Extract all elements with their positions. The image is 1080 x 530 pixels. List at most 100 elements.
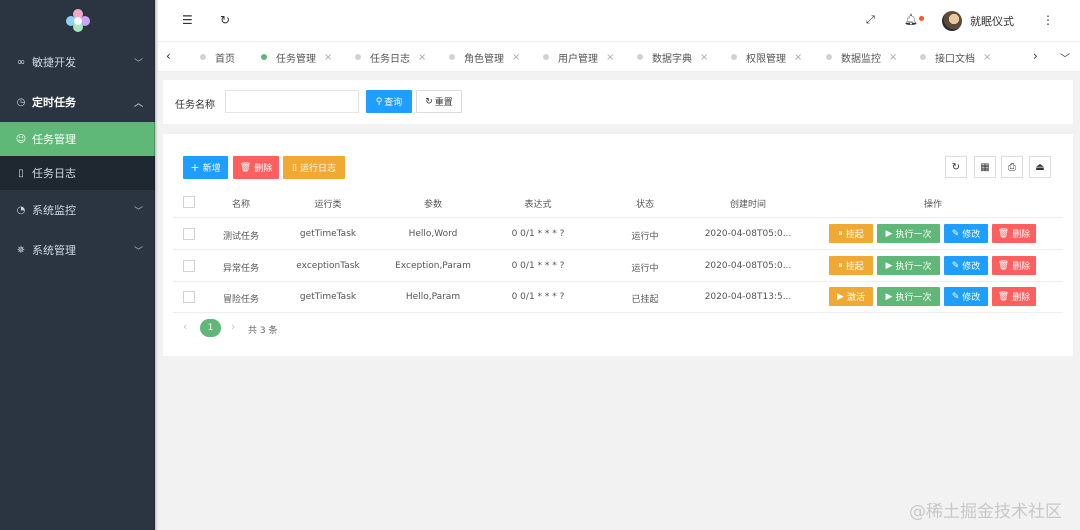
row-divider [173, 312, 1063, 313]
run-once-button[interactable]: ▶ 执行一次 [877, 224, 940, 243]
sidebar-item-label: 系统监控 [32, 204, 76, 217]
delete-button[interactable]: 🗑︎ 删除 [992, 256, 1036, 275]
play-icon: ▶ [885, 291, 893, 302]
row-checkbox[interactable] [183, 228, 195, 240]
tab-task-management[interactable]: 任务管理 × [261, 42, 332, 72]
run-log-button-label: 运行日志 [299, 164, 336, 174]
suspend-label: 挂起 [845, 230, 864, 240]
delete-button-label: 删除 [254, 164, 273, 174]
export-icon[interactable]: ⏏ [1029, 156, 1051, 178]
close-icon[interactable]: × [983, 52, 991, 63]
select-all-checkbox[interactable] [183, 196, 195, 208]
sidebar-item-task-management[interactable]: ☺ 任务管理 [0, 122, 155, 156]
sidebar-item-system-management[interactable]: ✵ 系统管理 ﹀ [0, 230, 155, 270]
edit-label: 修改 [962, 230, 981, 240]
task-name-input[interactable] [225, 90, 359, 113]
row-divider [173, 217, 1063, 218]
tab-user-management[interactable]: 用户管理 × [543, 42, 614, 72]
delete-button[interactable]: 🗑︎ 删除 [992, 224, 1036, 243]
edit-button[interactable]: ✎ 修改 [944, 287, 988, 306]
close-icon[interactable]: × [512, 52, 520, 63]
edit-button[interactable]: ✎ 修改 [944, 224, 988, 243]
cell-name: 异常任务 [222, 264, 259, 274]
close-icon[interactable]: × [606, 52, 614, 63]
fullscreen-icon[interactable]: ⤢ [866, 13, 875, 27]
tab-api-docs[interactable]: 接口文档 × [920, 42, 991, 72]
top-header: ☰ ↻ ⤢ 🔔︎ 就眠仪式 ⋮ [158, 0, 1080, 42]
tab-dot [826, 54, 832, 60]
sidebar-item-scheduled-tasks[interactable]: ◷ 定时任务 ︿ [0, 82, 155, 122]
run-once-label: 执行一次 [895, 262, 932, 272]
tab-data-monitor[interactable]: 数据监控 × [826, 42, 897, 72]
edit-button[interactable]: ✎ 修改 [944, 256, 988, 275]
delete-button[interactable]: 🗑︎ 删除 [992, 287, 1036, 306]
notification-dot [919, 16, 924, 21]
flower-logo-icon [65, 9, 90, 33]
tab-scroll-left-icon[interactable]: ‹ [166, 49, 171, 63]
column-filter-icon[interactable]: ▦ [974, 156, 996, 178]
search-icon: ⚲ [375, 96, 383, 107]
menu-collapse-icon[interactable]: ☰ [182, 13, 193, 27]
tab-role-management[interactable]: 角色管理 × [449, 42, 520, 72]
suspend-button[interactable]: ⏸︎ 挂起 [829, 256, 873, 275]
query-button[interactable]: ⚲ 查询 [366, 90, 412, 113]
run-log-button[interactable]: ▯ 运行日志 [283, 156, 345, 179]
close-icon[interactable]: × [700, 52, 708, 63]
row-checkbox[interactable] [183, 260, 195, 272]
sidebar-item-label: 定时任务 [32, 96, 76, 109]
tab-dot [355, 54, 361, 60]
suspend-button[interactable]: ⏸︎ 挂起 [829, 224, 873, 243]
trash-icon: 🗑︎ [997, 228, 1010, 239]
activate-label: 激活 [846, 293, 865, 303]
row-divider [173, 281, 1063, 282]
more-vertical-icon[interactable]: ⋮ [1042, 13, 1054, 27]
sidebar-shadow [154, 0, 158, 530]
row-divider [173, 249, 1063, 250]
user-menu[interactable]: 就眠仪式 [942, 11, 1014, 31]
clock-icon: ◷ [16, 96, 26, 108]
bell-icon[interactable]: 🔔︎ [904, 13, 918, 26]
add-button[interactable]: + 新增 [183, 156, 228, 179]
tab-label: 角色管理 [464, 53, 504, 65]
tab-data-dictionary[interactable]: 数据字典 × [637, 42, 708, 72]
tab-home[interactable]: 首页 [200, 42, 235, 72]
close-icon[interactable]: × [418, 52, 426, 63]
tab-dropdown-icon[interactable]: ﹀ [1060, 50, 1070, 65]
tab-scroll-right-icon[interactable]: › [1033, 49, 1038, 63]
batch-delete-button[interactable]: 🗑︎ 删除 [233, 156, 279, 179]
add-button-label: 新增 [202, 164, 221, 174]
row-checkbox[interactable] [183, 291, 195, 303]
cell-name: 冒险任务 [222, 295, 259, 305]
smile-icon: ☺ [15, 133, 27, 145]
chevron-down-icon: ﹀ [133, 58, 143, 69]
prev-page-icon[interactable]: ‹ [183, 320, 187, 333]
run-once-label: 执行一次 [895, 293, 932, 303]
pause-icon: ⏸︎ [838, 260, 843, 271]
reset-icon: ↻ [425, 96, 433, 107]
tab-permission-management[interactable]: 权限管理 × [731, 42, 802, 72]
sidebar-item-system-monitor[interactable]: ◔ 系统监控 ﹀ [0, 190, 155, 230]
next-page-icon[interactable]: › [231, 320, 235, 333]
sidebar-item-agile-dev[interactable]: ∞ 敏捷开发 ﹀ [0, 42, 155, 82]
sidebar-item-task-log[interactable]: ▯ 任务日志 [0, 156, 155, 190]
close-icon[interactable]: × [324, 52, 332, 63]
tab-dot [543, 54, 549, 60]
play-icon: ▶ [885, 260, 893, 271]
tab-label: 任务日志 [370, 53, 410, 65]
run-once-button[interactable]: ▶ 执行一次 [877, 287, 940, 306]
tab-task-log[interactable]: 任务日志 × [355, 42, 426, 72]
run-once-button[interactable]: ▶ 执行一次 [877, 256, 940, 275]
chevron-down-icon: ﹀ [133, 206, 143, 217]
tab-label: 权限管理 [746, 53, 786, 65]
reset-button[interactable]: ↻ 重置 [416, 90, 462, 113]
activate-button[interactable]: ▶ 激活 [829, 287, 873, 306]
print-icon[interactable]: ⎙ [1001, 156, 1023, 178]
tab-label: 首页 [215, 53, 235, 65]
submenu-scheduled-tasks: ☺ 任务管理 ▯ 任务日志 [0, 122, 155, 190]
refresh-icon[interactable]: ↻ [220, 13, 230, 27]
page-1-button[interactable]: 1 [200, 319, 221, 337]
close-icon[interactable]: × [889, 52, 897, 63]
close-icon[interactable]: × [794, 52, 802, 63]
table-refresh-icon[interactable]: ↻ [945, 156, 967, 178]
trash-icon: 🗑︎ [997, 260, 1010, 271]
